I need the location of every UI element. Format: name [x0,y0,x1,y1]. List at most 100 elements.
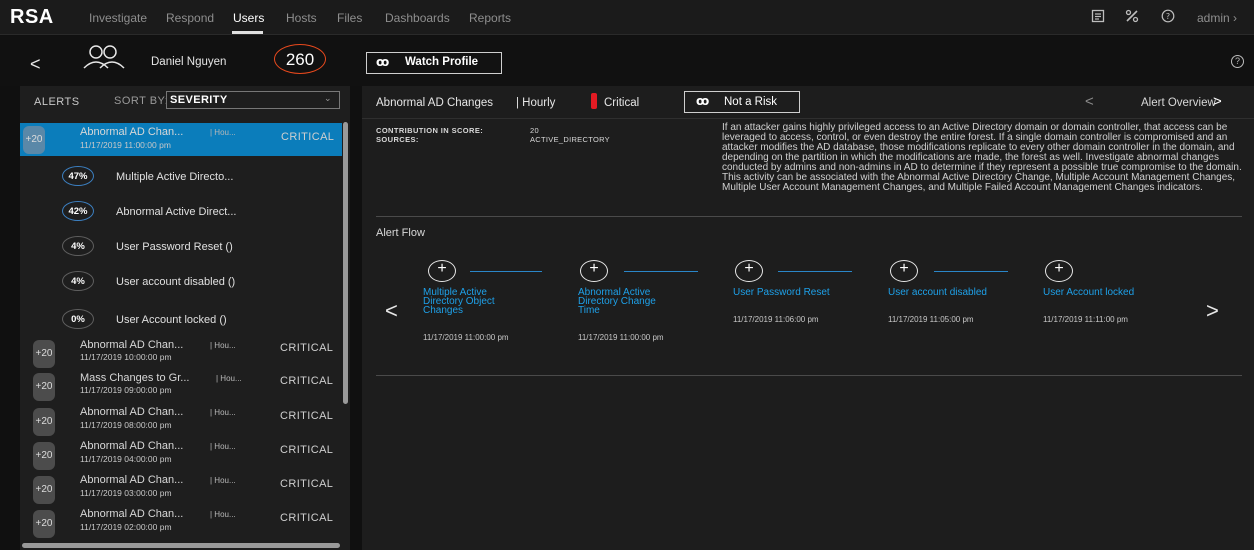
alert-score-badge: +20 [33,476,55,504]
indicator-item[interactable]: Multiple Active Directo... [116,171,233,183]
vertical-scrollbar[interactable] [343,122,348,404]
alert-title: Abnormal AD Chan... [80,339,184,351]
not-a-risk-label: Not a Risk [724,96,778,108]
severity-label: Critical [604,97,640,109]
indicator-percent: 47% [68,171,88,182]
watch-profile-label: Watch Profile [405,56,479,68]
alert-score-badge: +20 [33,442,55,470]
alert-date: 11/17/2019 10:00:00 pm [80,352,172,362]
help-icon[interactable]: ? [1231,55,1244,68]
indicator-item[interactable]: User Password Reset () [116,241,233,253]
alert-title: Abnormal AD Chan... [80,126,184,138]
indicator-percent: 4% [71,276,85,287]
sort-value: SEVERITY [170,94,228,106]
alert-period: | Hou... [210,128,236,137]
nav-users[interactable]: Users [233,11,264,25]
nav-investigate[interactable]: Investigate [89,11,147,25]
user-menu[interactable]: admin › [1197,11,1237,25]
alert-score-badge: +20 [23,126,45,154]
alert-score-badge: +20 [33,510,55,538]
flow-node-label[interactable]: User Password Reset [733,288,833,298]
next-alert-button[interactable]: > [1213,93,1222,110]
plus-icon: + [437,260,447,277]
alert-score-badge: +20 [33,340,55,368]
divider [376,375,1242,376]
flow-node-time: 11/17/2019 11:00:00 pm [423,333,509,342]
flow-connector [778,271,852,272]
alert-overview-link[interactable]: Alert Overview [1141,97,1216,109]
flow-node-label[interactable]: User Account locked [1043,288,1143,298]
horizontal-scrollbar[interactable] [22,543,340,548]
flow-previous-button[interactable]: < [385,298,398,324]
alert-period: | Hou... [210,476,236,485]
flow-next-button[interactable]: > [1206,298,1219,324]
plus-icon: + [1054,260,1064,277]
back-button[interactable]: < [30,54,41,75]
alert-date: 11/17/2019 09:00:00 pm [80,385,172,395]
divider [362,118,1254,119]
alert-date: 11/17/2019 04:00:00 pm [80,454,172,464]
indicator-percent: 4% [71,241,85,252]
svg-text:?: ? [1166,12,1170,21]
alert-date: 11/17/2019 02:00:00 pm [80,522,172,532]
risk-score: 260 [285,50,315,69]
nav-reports[interactable]: Reports [469,11,511,25]
alert-title: Abnormal AD Chan... [80,508,184,520]
alert-period: | Hou... [216,374,242,383]
alert-description: If an attacker gains highly privileged a… [722,122,1242,193]
rsa-logo[interactable]: RSA [10,6,54,29]
alert-title: Abnormal AD Chan... [80,440,184,452]
alert-period: | Hou... [210,442,236,451]
plus-icon: + [744,260,754,277]
chevron-down-icon: ⌄ [324,93,332,103]
flow-node-time: 11/17/2019 11:05:00 pm [888,315,974,324]
plus-icon: + [589,260,599,277]
flow-node-time: 11/17/2019 11:11:00 pm [1043,315,1128,324]
sources-key: SOURCES: [376,135,419,144]
plus-icon: + [899,260,909,277]
flow-connector [624,271,698,272]
tools-icon[interactable] [1124,9,1140,25]
alert-score-badge: +20 [33,408,55,436]
previous-alert-button[interactable]: < [1085,93,1094,110]
severity-indicator [591,93,597,109]
nav-respond[interactable]: Respond [166,11,214,25]
contribution-value: 20 [530,126,539,135]
flow-node-label[interactable]: Abnormal Active Directory Change Time [578,288,678,316]
alert-title: Abnormal AD Chan... [80,474,184,486]
alert-severity: CRITICAL [280,478,334,490]
alert-period: | Hou... [210,408,236,417]
alert-severity: CRITICAL [280,375,334,387]
sort-by-label: SORT BY: [114,95,169,107]
indicator-percent: 42% [68,206,88,217]
indicator-item[interactable]: Abnormal Active Direct... [116,206,236,218]
alert-severity: CRITICAL [281,131,335,143]
indicator-item[interactable]: User account disabled () [116,276,235,288]
alert-severity: CRITICAL [280,342,334,354]
flow-node-label[interactable]: Multiple Active Directory Object Changes [423,288,523,316]
alert-period: | Hou... [210,510,236,519]
alert-severity: CRITICAL [280,444,334,456]
alert-score-badge: +20 [33,373,55,401]
alert-severity: CRITICAL [280,410,334,422]
indicator-item[interactable]: User Account locked () [116,314,227,326]
notes-icon[interactable] [1090,9,1106,25]
user-name: Daniel Nguyen [151,56,227,68]
flow-connector [470,271,542,272]
divider [376,216,1242,217]
flow-node-time: 11/17/2019 11:06:00 pm [733,315,819,324]
alerts-heading: ALERTS [34,96,80,108]
alert-date: 11/17/2019 03:00:00 pm [80,488,172,498]
flow-node-label[interactable]: User account disabled [888,288,988,298]
nav-files[interactable]: Files [337,11,362,25]
binoculars-icon: ꝏ [696,94,710,108]
nav-dashboards[interactable]: Dashboards [385,11,450,25]
sources-value: ACTIVE_DIRECTORY [530,135,610,144]
binoculars-icon: ꝏ [376,55,390,69]
flow-connector [934,271,1008,272]
indicator-percent: 0% [71,314,85,325]
alert-date: 11/17/2019 11:00:00 pm [80,140,171,150]
nav-hosts[interactable]: Hosts [286,11,317,25]
help-circle-icon[interactable]: ? [1160,9,1176,25]
contribution-key: CONTRIBUTION IN SCORE: [376,126,484,135]
